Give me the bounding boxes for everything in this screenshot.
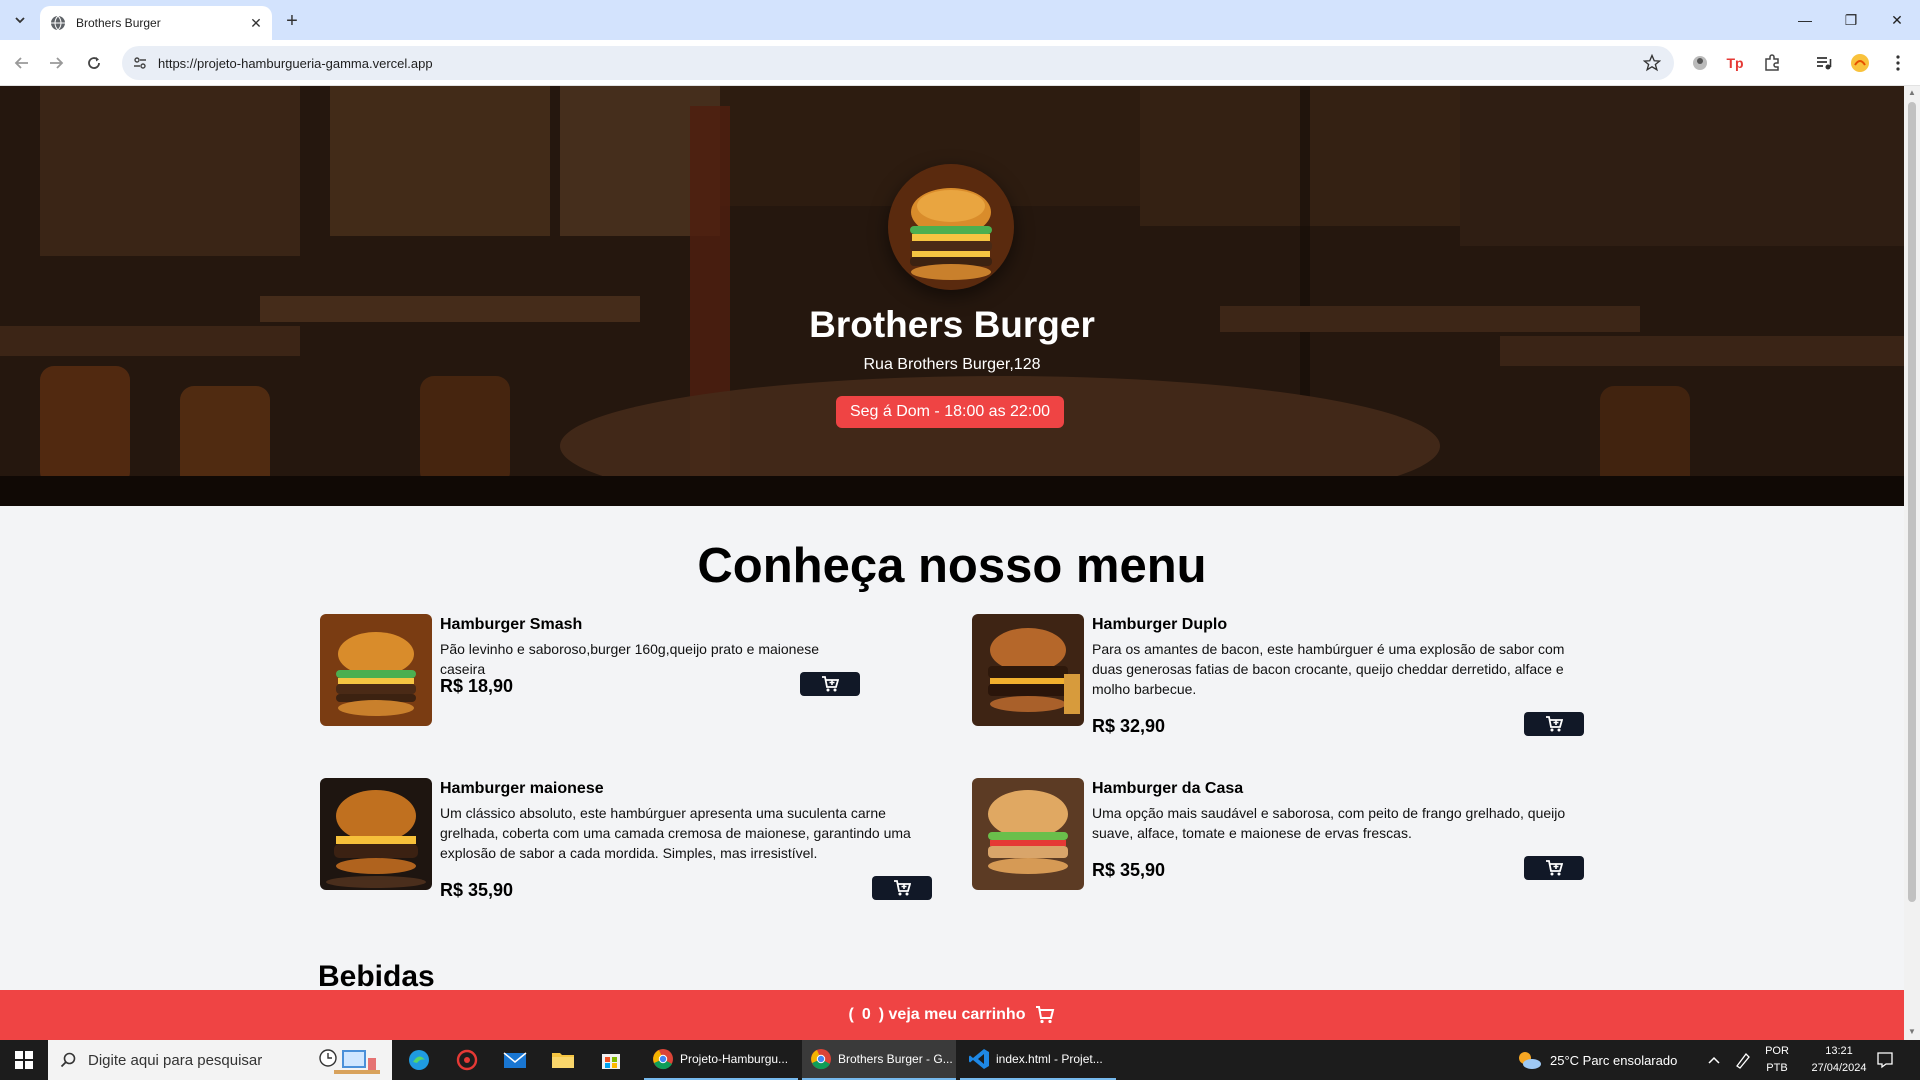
restaurant-name: Brothers Burger <box>809 304 1095 345</box>
close-window-icon[interactable]: ✕ <box>1874 0 1920 40</box>
extension-tp-icon[interactable]: Tp <box>1723 51 1747 75</box>
tab-close-icon[interactable]: ✕ <box>248 15 264 31</box>
taskbar-app-chrome-brothers[interactable]: Brothers Burger - G... <box>802 1040 956 1080</box>
media-playlist-icon[interactable] <box>1812 51 1836 75</box>
opening-hours-badge: Seg á Dom - 18:00 as 22:00 <box>836 396 1064 428</box>
menu-item-name: Hamburger maionese <box>440 780 604 797</box>
new-tab-plus-icon[interactable]: + <box>280 9 304 33</box>
task-view-edge-icon[interactable] <box>395 1040 443 1080</box>
profile-avatar-icon[interactable] <box>1848 51 1872 75</box>
tab-search-chevron-icon[interactable] <box>8 8 32 32</box>
mail-icon[interactable] <box>491 1040 539 1080</box>
file-explorer-icon[interactable] <box>539 1040 587 1080</box>
weather-text: 25°C Parc ensolarado <box>1550 1052 1678 1068</box>
extensions-puzzle-icon[interactable] <box>1760 51 1784 75</box>
cart-plus-icon <box>822 676 839 692</box>
system-clock[interactable]: 13:21 27/04/2024 <box>1804 1043 1874 1077</box>
restaurant-address: Rua Brothers Burger,128 <box>863 356 1041 373</box>
app-red-swirl-icon[interactable] <box>443 1040 491 1080</box>
chrome-icon <box>811 1049 831 1070</box>
hero-banner: Brothers Burger Rua Brothers Burger,128 … <box>0 86 1904 506</box>
cart-plus-icon <box>1546 860 1563 876</box>
lang-bottom: PTB <box>1766 1062 1788 1074</box>
add-to-cart-button[interactable] <box>800 672 860 696</box>
clock-date: 27/04/2024 <box>1811 1062 1867 1074</box>
cart-icon <box>1035 1006 1055 1024</box>
menu-item-price: R$ 35,90 <box>1092 860 1166 880</box>
menu-item-name: Hamburger Smash <box>440 616 583 633</box>
reload-icon[interactable] <box>82 51 106 75</box>
menu-item-image <box>320 614 432 726</box>
forward-icon[interactable] <box>44 51 68 75</box>
menu-item-name: Hamburger da Casa <box>1092 780 1244 797</box>
weather-sun-cloud-icon <box>1519 1052 1541 1069</box>
taskbar-app-label: Brothers Burger - G... <box>838 1052 953 1066</box>
add-to-cart-button[interactable] <box>1524 856 1584 880</box>
windows-start-icon[interactable] <box>0 1040 48 1080</box>
back-icon[interactable] <box>10 51 34 75</box>
browser-tab-active[interactable]: Brothers Burger ✕ <box>40 6 272 40</box>
taskbar-app-label: index.html - Projet... <box>996 1052 1103 1066</box>
browser-toolbar: https://projeto-hamburgueria-gamma.verce… <box>0 40 1920 86</box>
scroll-up-arrow-icon[interactable]: ▲ <box>1908 89 1916 97</box>
search-highlight-illustration-icon <box>319 1049 380 1074</box>
menu-item-description: Para os amantes de bacon, este hambúrgue… <box>1092 641 1565 697</box>
url-text[interactable]: https://projeto-hamburgueria-gamma.verce… <box>158 56 1638 71</box>
browser-menu-kebab-icon[interactable] <box>1886 51 1910 75</box>
bookmark-star-icon[interactable] <box>1638 49 1666 77</box>
menu-item-price: R$ 35,90 <box>440 880 514 900</box>
scroll-down-arrow-icon[interactable]: ▼ <box>1908 1028 1916 1036</box>
lang-top: POR <box>1765 1045 1789 1057</box>
view-cart-label: ) veja meu carrinho <box>878 1006 1026 1023</box>
menu-item-description: Pão levinho e saboroso,burger 160g,queij… <box>440 641 820 677</box>
search-icon <box>60 1052 76 1068</box>
menu-item-name: Hamburger Duplo <box>1092 616 1228 633</box>
windows-taskbar: Digite aqui para pesquisar Projeto-Hambu… <box>0 1040 1920 1080</box>
hero-dark-overlay <box>0 86 1904 506</box>
taskbar-app-vscode[interactable]: index.html - Projet... <box>960 1040 1116 1080</box>
menu-item-description: Um clássico absoluto, este hambúrguer ap… <box>440 805 911 861</box>
pen-ink-icon[interactable] <box>1734 1040 1752 1080</box>
scrollbar-thumb[interactable] <box>1908 102 1916 902</box>
burger-logo-image <box>888 164 1014 290</box>
cart-open-paren: ( <box>848 1006 854 1023</box>
add-to-cart-button[interactable] <box>872 876 932 900</box>
search-placeholder: Digite aqui para pesquisar <box>88 1051 263 1069</box>
menu-item-image <box>972 614 1084 726</box>
menu-item-image <box>972 778 1084 890</box>
browser-tabbar: Brothers Burger ✕ + — ❐ ✕ <box>0 0 1920 40</box>
view-cart-button[interactable]: ( 0 ) veja meu carrinho <box>0 990 1904 1040</box>
menu-item-description: Uma opção mais saudável e saborosa, com … <box>1092 805 1566 841</box>
input-language-indicator[interactable]: POR PTB <box>1762 1043 1792 1077</box>
address-bar[interactable]: https://projeto-hamburgueria-gamma.verce… <box>122 46 1674 80</box>
vscode-icon <box>969 1049 989 1069</box>
taskbar-app-label: Projeto-Hamburgu... <box>680 1052 789 1066</box>
add-to-cart-button[interactable] <box>1524 712 1584 736</box>
globe-icon <box>51 15 65 31</box>
drinks-section-title: Bebidas <box>318 960 435 993</box>
taskbar-search-box[interactable]: Digite aqui para pesquisar <box>48 1040 392 1080</box>
extension-profile-icon[interactable] <box>1688 51 1712 75</box>
menu-item-price: R$ 32,90 <box>1092 716 1166 736</box>
cart-plus-icon <box>1546 716 1563 732</box>
cart-count: 0 <box>861 1006 871 1023</box>
weather-widget[interactable]: 25°C Parc ensolarado <box>1516 1040 1677 1080</box>
clock-time: 13:21 <box>1825 1045 1853 1057</box>
menu-item-price: R$ 18,90 <box>440 676 514 696</box>
menu-item-image <box>320 778 432 890</box>
microsoft-store-icon[interactable] <box>587 1040 635 1080</box>
site-info-icon[interactable] <box>126 49 154 77</box>
taskbar-app-chrome-projeto[interactable]: Projeto-Hamburgu... <box>644 1040 798 1080</box>
minimize-icon[interactable]: — <box>1782 0 1828 40</box>
tab-title: Brothers Burger <box>76 16 161 30</box>
restore-icon[interactable]: ❐ <box>1828 0 1874 40</box>
tray-overflow-chevron-icon[interactable] <box>1708 1040 1720 1080</box>
page-viewport: Brothers Burger Rua Brothers Burger,128 … <box>0 86 1904 1040</box>
notifications-icon[interactable] <box>1876 1040 1894 1080</box>
chrome-icon <box>653 1049 673 1070</box>
page-scrollbar[interactable]: ▲ ▼ <box>1904 86 1920 1040</box>
menu-section-title: Conheça nosso menu <box>697 539 1207 593</box>
cart-plus-icon <box>894 880 911 896</box>
